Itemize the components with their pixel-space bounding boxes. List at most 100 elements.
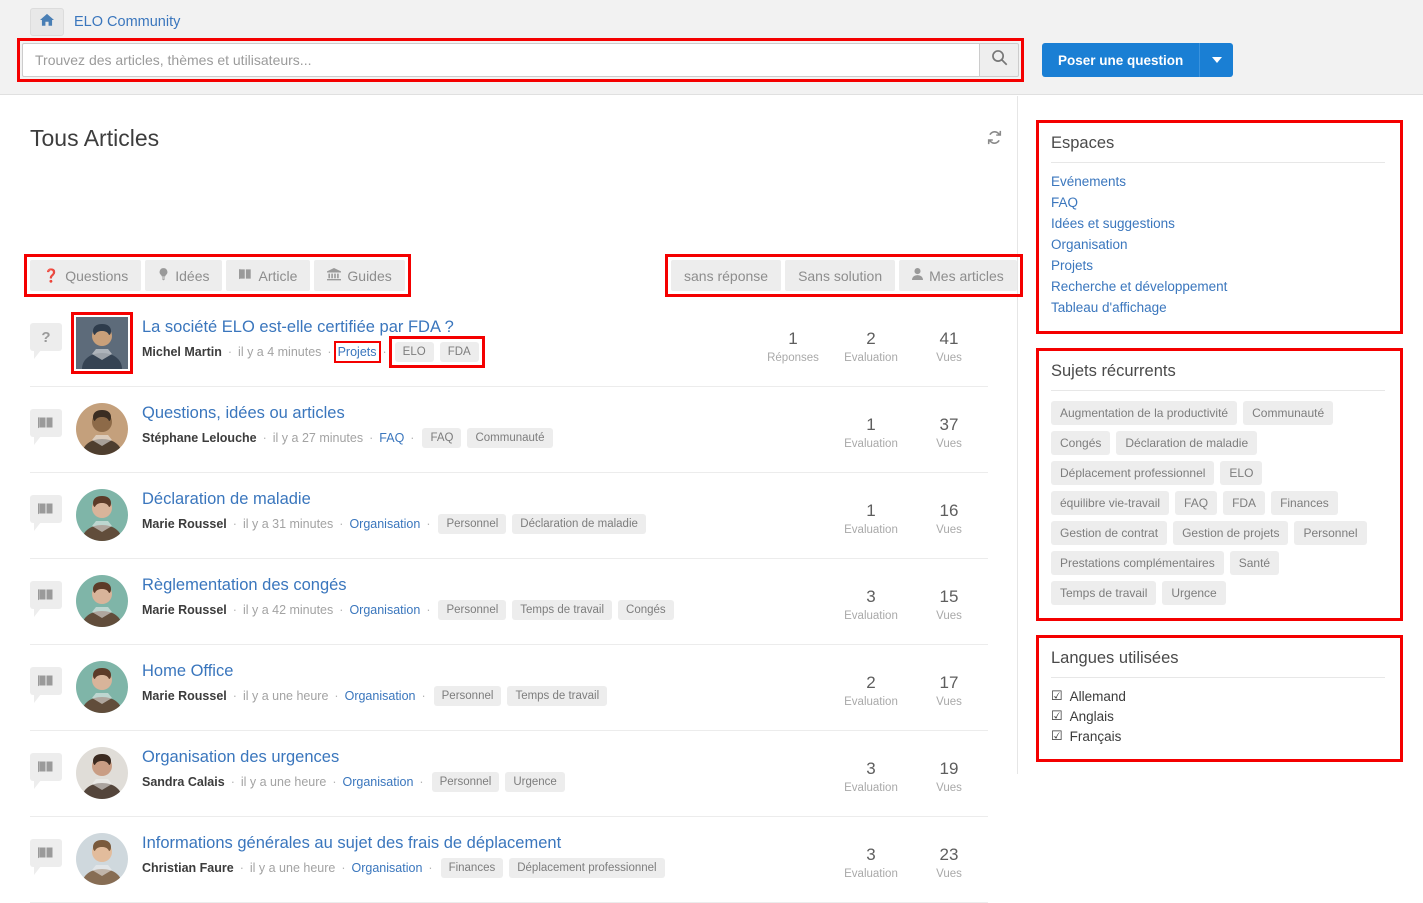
article-body: Questions, idées ou articles Stéphane Lel… (142, 403, 754, 448)
checkbox-checked-icon[interactable]: ☑ (1051, 728, 1063, 744)
article-tag[interactable]: Personnel (431, 772, 500, 792)
article-tag[interactable]: Déclaration de maladie (512, 514, 646, 534)
breadcrumb: ELO Community (30, 8, 180, 36)
article-row[interactable]: Règlementation des congés Marie Roussel · i… (30, 559, 988, 645)
avatar[interactable] (76, 403, 128, 455)
topic-chip[interactable]: FDA (1223, 491, 1266, 515)
topic-chip[interactable]: Gestion de projets (1173, 521, 1289, 545)
article-author[interactable]: Marie Roussel (142, 517, 227, 531)
avatar[interactable] (76, 661, 128, 713)
article-tag[interactable]: Personnel (433, 686, 502, 706)
article-space-link[interactable]: Projets (333, 341, 381, 363)
article-row[interactable]: Home Office Marie Roussel · il y a une heur… (30, 645, 988, 731)
article-stats: 3 Evaluation 19 Vues (754, 747, 988, 794)
topic-chip[interactable]: Temps de travail (1051, 581, 1157, 605)
article-author[interactable]: Michel Martin (142, 345, 222, 359)
checkbox-checked-icon[interactable]: ☑ (1051, 688, 1063, 704)
article-title-link[interactable]: Organisation des urgences (142, 748, 754, 767)
article-tag[interactable]: Personnel (438, 514, 507, 534)
topic-chip[interactable]: Personnel (1294, 521, 1367, 545)
article-space-link[interactable]: Organisation (349, 517, 420, 531)
filter-guides[interactable]: Guides (314, 260, 405, 291)
space-link[interactable]: Projets (1051, 255, 1385, 276)
search-input[interactable] (22, 43, 979, 77)
topic-chip[interactable]: Déclaration de maladie (1116, 431, 1258, 455)
ask-question-dropdown-button[interactable] (1199, 43, 1234, 77)
ask-question-button[interactable]: Poser une question (1042, 43, 1200, 77)
article-row[interactable]: Déclaration de maladie Marie Roussel · il y… (30, 473, 988, 559)
article-title-link[interactable]: La société ELO est-elle certifiée par FD… (142, 318, 754, 337)
topic-chip[interactable]: Gestion de contrat (1051, 521, 1168, 545)
filter-ideas[interactable]: Idées (145, 260, 223, 291)
avatar[interactable] (76, 747, 128, 799)
article-tag[interactable]: Congés (618, 600, 674, 620)
filter-unsolved[interactable]: Sans solution (785, 260, 896, 291)
topic-chip[interactable]: Prestations complémentaires (1051, 551, 1224, 575)
article-author[interactable]: Stéphane Lelouche (142, 431, 257, 445)
topic-chip[interactable]: équilibre vie-travail (1051, 491, 1170, 515)
language-row[interactable]: ☑ Français (1051, 726, 1385, 746)
search-button[interactable] (979, 43, 1019, 77)
topic-chip[interactable]: Augmentation de la productivité (1051, 401, 1238, 425)
language-row[interactable]: ☑ Anglais (1051, 706, 1385, 726)
article-author[interactable]: Christian Faure (142, 861, 234, 875)
language-row[interactable]: ☑ Allemand (1051, 686, 1385, 706)
article-row[interactable]: Questions, idées ou articles Stéphane Lel… (30, 387, 988, 473)
article-space-link[interactable]: Organisation (352, 861, 423, 875)
space-link[interactable]: Idées et suggestions (1051, 213, 1385, 234)
article-title-link[interactable]: Questions, idées ou articles (142, 404, 754, 423)
article-title-link[interactable]: Déclaration de maladie (142, 490, 754, 509)
avatar[interactable] (76, 489, 128, 541)
filter-ideas-label: Idées (175, 267, 210, 284)
stat-rating-label: Evaluation (844, 437, 898, 450)
avatar[interactable] (76, 575, 128, 627)
article-author[interactable]: Marie Roussel (142, 689, 227, 703)
article-tag[interactable]: Finances (440, 858, 504, 878)
article-title-link[interactable]: Règlementation des congés (142, 576, 754, 595)
avatar[interactable] (76, 833, 128, 885)
space-link[interactable]: FAQ (1051, 192, 1385, 213)
topic-chip[interactable]: Finances (1271, 491, 1338, 515)
article-tag[interactable]: Temps de travail (512, 600, 613, 620)
avatar[interactable] (71, 312, 133, 374)
filter-unanswered[interactable]: sans réponse (671, 260, 782, 291)
refresh-button[interactable] (986, 129, 1003, 151)
article-space-link[interactable]: Organisation (349, 603, 420, 617)
article-tag[interactable]: FAQ (422, 428, 462, 448)
topic-chip[interactable]: ELO (1220, 461, 1263, 485)
filter-article[interactable]: Article (226, 260, 311, 291)
home-button[interactable] (30, 8, 64, 36)
article-tag[interactable]: Urgence (505, 772, 565, 792)
article-space-link[interactable]: Organisation (343, 775, 414, 789)
space-link[interactable]: Recherche et développement (1051, 276, 1385, 297)
space-link[interactable]: Evénements (1051, 171, 1385, 192)
breadcrumb-link-community[interactable]: ELO Community (74, 14, 180, 30)
space-link[interactable]: Organisation (1051, 234, 1385, 255)
article-row[interactable]: Informations générales au sujet des frai… (30, 817, 988, 903)
article-title-link[interactable]: Home Office (142, 662, 754, 681)
article-author[interactable]: Sandra Calais (142, 775, 225, 789)
article-author[interactable]: Marie Roussel (142, 603, 227, 617)
topic-chip[interactable]: Déplacement professionnel (1051, 461, 1215, 485)
topic-chip[interactable]: FAQ (1175, 491, 1218, 515)
topic-chip[interactable]: Communauté (1243, 401, 1334, 425)
space-link[interactable]: Tableau d'affichage (1051, 297, 1385, 318)
article-tag[interactable]: FDA (439, 342, 479, 362)
article-stats: 2 Evaluation 17 Vues (754, 661, 988, 708)
article-tag[interactable]: Déplacement professionnel (509, 858, 665, 878)
topic-chip[interactable]: Urgence (1162, 581, 1226, 605)
topic-chip[interactable]: Congés (1051, 431, 1111, 455)
filter-questions[interactable]: ❓ Questions (30, 260, 142, 291)
article-tag[interactable]: Temps de travail (507, 686, 608, 706)
filter-my-articles[interactable]: Mes articles (899, 260, 1017, 291)
article-tag[interactable]: ELO (394, 342, 434, 362)
article-tag[interactable]: Personnel (438, 600, 507, 620)
article-space-link[interactable]: FAQ (379, 431, 404, 445)
checkbox-checked-icon[interactable]: ☑ (1051, 708, 1063, 724)
topic-chip[interactable]: Santé (1229, 551, 1280, 575)
article-tag[interactable]: Communauté (467, 428, 553, 448)
article-space-link[interactable]: Organisation (345, 689, 416, 703)
article-row[interactable]: ? La société ELO est-elle certifiée par F… (30, 301, 988, 387)
article-row[interactable]: Organisation des urgences Sandra Calais · i… (30, 731, 988, 817)
article-title-link[interactable]: Informations générales au sujet des frai… (142, 834, 754, 853)
